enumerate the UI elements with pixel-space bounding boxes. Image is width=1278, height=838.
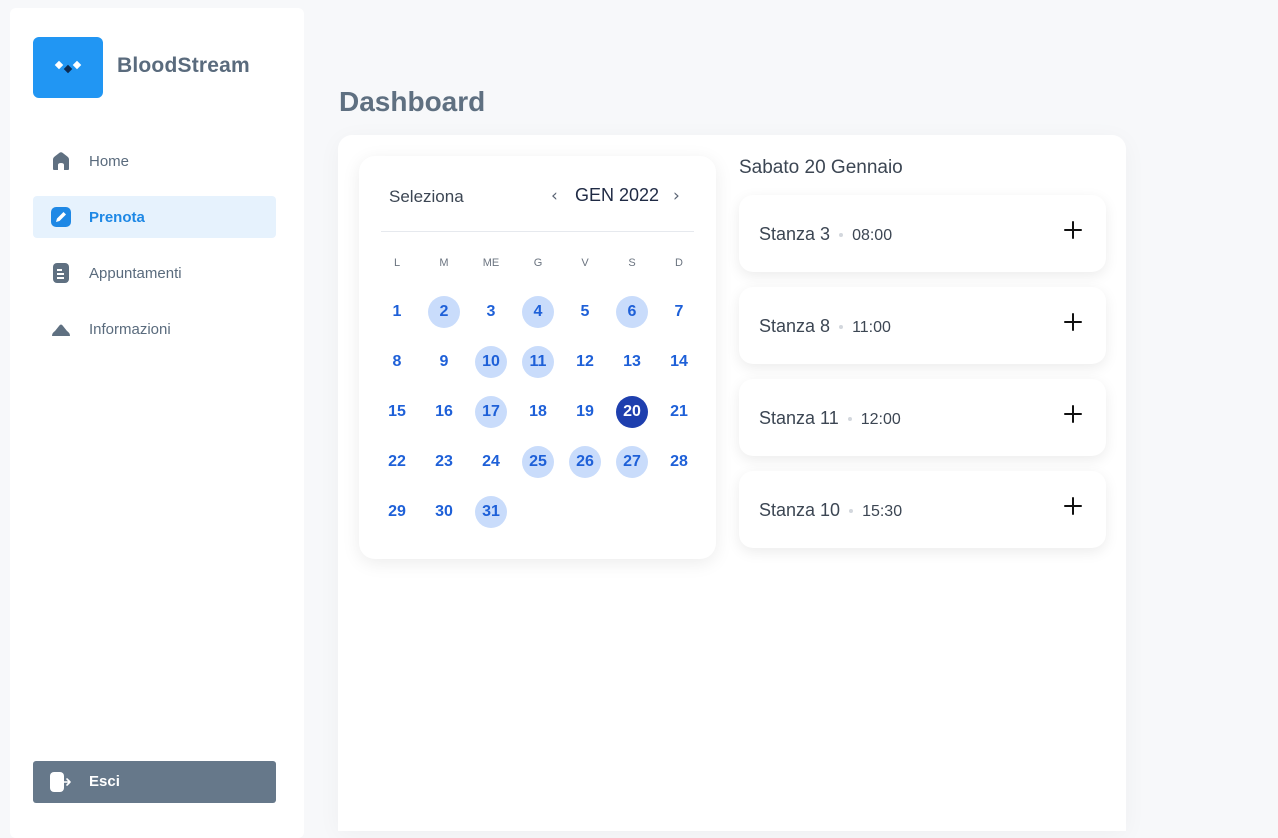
home-icon [53,152,69,170]
slot-info: Stanza 3 08:00 [759,224,892,245]
page-title: Dashboard [339,86,486,117]
calendar-day[interactable]: 25 [522,446,554,478]
weekday-header: V [581,257,589,269]
separator-dot [839,233,844,238]
calendar-day[interactable]: 8 [381,346,413,378]
weekday-header: M [439,257,449,269]
calendar-day[interactable]: 22 [381,446,413,478]
calendar-day[interactable]: 26 [569,446,601,478]
calendar-day[interactable]: 15 [381,396,413,428]
calendar-day[interactable]: 4 [522,296,554,328]
logo-icon [54,60,82,74]
cloud-icon [52,324,70,336]
weekday-header: G [533,257,543,269]
app-name: BloodStream [117,54,250,77]
calendar-day[interactable]: 21 [663,396,695,428]
calendar-day[interactable]: 9 [428,346,460,378]
room-name: Stanza 11 [759,408,839,428]
calendar-day[interactable]: 12 [569,346,601,378]
sidebar-item-home[interactable]: Home [33,140,276,182]
sidebar-item-label: Home [89,153,130,170]
calendar-day[interactable]: 29 [381,496,413,528]
calendar-day[interactable]: 5 [569,296,601,328]
calendar-day[interactable]: 27 [616,446,648,478]
calendar-day[interactable]: 18 [522,396,554,428]
selected-date-label: Sabato 20 Gennaio [739,157,903,178]
add-icon[interactable] [1064,313,1082,331]
calendar-day[interactable]: 31 [475,496,507,528]
slot-info: Stanza 11 12:00 [759,408,901,429]
room-name: Stanza 3 [759,224,831,244]
calendar-day[interactable]: 7 [663,296,695,328]
calendar-day[interactable]: 24 [475,446,507,478]
room-name: Stanza 8 [759,316,831,336]
logout-button[interactable]: Esci [33,761,276,803]
divider [381,231,694,232]
calendar-day[interactable]: 14 [663,346,695,378]
calendar: Seleziona ‹ GEN 2022 › L M ME G V S D 1 2 3 4 5 6 7 8 9… [359,156,716,559]
calendar-day[interactable]: 3 [475,296,507,328]
calendar-day[interactable]: 30 [428,496,460,528]
calendar-day[interactable]: 23 [428,446,460,478]
separator-dot [847,417,852,422]
calendar-day[interactable]: 6 [616,296,648,328]
slot-card[interactable]: Stanza 10 15:30 [739,471,1106,548]
chevron-right-icon[interactable]: › [673,186,680,206]
slot-time: 08:00 [852,227,893,244]
calendar-day[interactable]: 28 [663,446,695,478]
add-icon[interactable] [1064,221,1082,239]
slot-card[interactable]: Stanza 8 11:00 [739,287,1106,364]
calendar-day-selected[interactable]: 20 [616,396,648,428]
room-name: Stanza 10 [759,500,841,520]
add-icon[interactable] [1064,497,1082,515]
calendar-day[interactable]: 2 [428,296,460,328]
month-label: GEN 2022 [575,185,660,205]
logout-icon [50,772,71,792]
sidebar-item-label: Appuntamenti [89,265,182,282]
calendar-day[interactable]: 19 [569,396,601,428]
slot-info: Stanza 8 11:00 [759,316,891,337]
slot-card[interactable]: Stanza 11 12:00 [739,379,1106,456]
chevron-left-icon[interactable]: ‹ [551,186,558,206]
sidebar-item-label: Informazioni [89,321,171,338]
calendar-day[interactable]: 10 [475,346,507,378]
document-icon [53,263,69,283]
slot-time: 12:00 [860,411,901,428]
calendar-day[interactable]: 1 [381,296,413,328]
slot-info: Stanza 10 15:30 [759,500,902,521]
add-icon[interactable] [1064,405,1082,423]
slot-card[interactable]: Stanza 3 08:00 [739,195,1106,272]
calendar-title: Seleziona [389,187,464,206]
logo [33,37,103,98]
sidebar-item-label: Prenota [89,209,145,226]
calendar-day[interactable]: 13 [616,346,648,378]
calendar-day[interactable]: 16 [428,396,460,428]
calendar-day[interactable]: 17 [475,396,507,428]
separator-dot [839,325,844,330]
weekday-header: S [628,257,636,269]
sidebar-item-appuntamenti[interactable]: Appuntamenti [33,252,276,294]
weekday-header: D [675,257,683,269]
slot-time: 15:30 [862,503,903,520]
slot-time: 11:00 [852,319,891,336]
weekday-header: L [393,257,401,269]
logout-label: Esci [89,773,120,790]
sidebar-item-informazioni[interactable]: Informazioni [33,308,276,350]
sidebar-item-prenota[interactable]: Prenota [33,196,276,238]
calendar-day[interactable]: 11 [522,346,554,378]
weekday-header: ME [482,257,500,269]
separator-dot [849,509,854,514]
sidebar: BloodStream Home Prenota Appuntamenti In… [10,8,304,838]
pencil-icon [51,207,71,227]
